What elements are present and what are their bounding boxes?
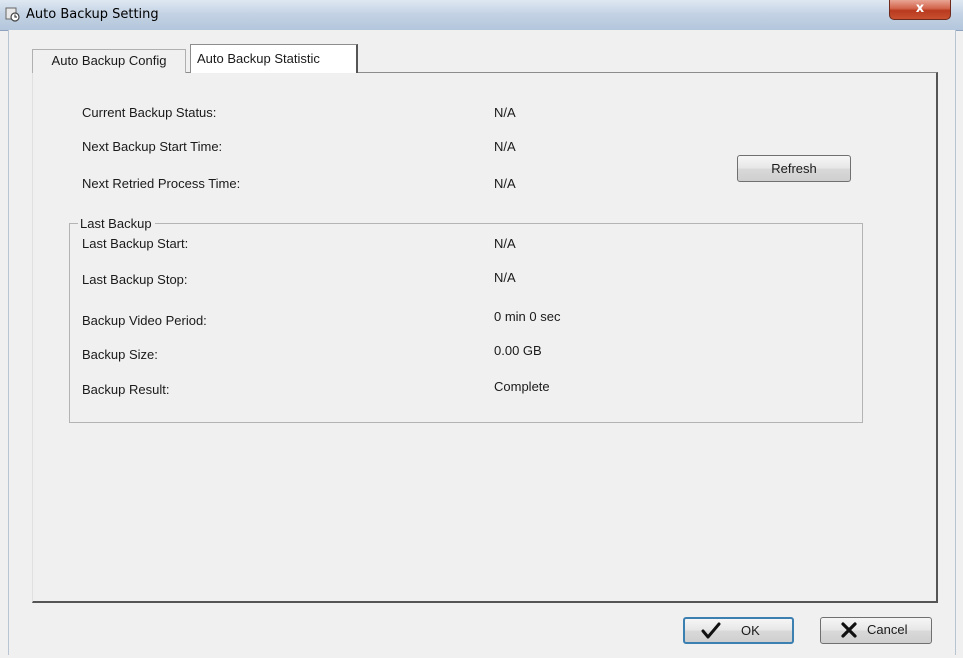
backup-size-label: Backup Size: — [82, 347, 158, 362]
close-button[interactable]: x — [889, 0, 951, 20]
last-backup-group-title: Last Backup — [78, 216, 155, 231]
refresh-button[interactable]: Refresh — [737, 155, 851, 182]
close-icon: x — [915, 1, 925, 16]
backup-result-label: Backup Result: — [82, 382, 170, 397]
cancel-button-label: Cancel — [867, 622, 908, 637]
tab-auto-backup-config[interactable]: Auto Backup Config — [32, 49, 186, 73]
backup-video-period-value: 0 min 0 sec — [494, 309, 561, 324]
checkmark-icon — [701, 622, 721, 639]
app-icon — [5, 7, 20, 22]
last-backup-stop-label: Last Backup Stop: — [82, 272, 188, 287]
cancel-button[interactable]: Cancel — [820, 617, 932, 644]
current-backup-status-value: N/A — [494, 105, 516, 120]
next-retried-process-time-label: Next Retried Process Time: — [82, 176, 241, 191]
window-title: Auto Backup Setting — [26, 7, 159, 22]
next-backup-start-time-value: N/A — [494, 139, 516, 154]
backup-result-value: Complete — [494, 379, 550, 394]
cross-icon — [841, 622, 857, 638]
backup-size-value: 0.00 GB — [494, 343, 542, 358]
next-backup-start-time-label: Next Backup Start Time: — [82, 139, 223, 154]
ok-button-label: OK — [741, 623, 760, 638]
title-bar[interactable]: Auto Backup Setting x — [0, 0, 963, 31]
current-backup-status-label: Current Backup Status: — [82, 105, 217, 120]
last-backup-start-label: Last Backup Start: — [82, 236, 189, 251]
ok-button[interactable]: OK — [683, 617, 794, 644]
last-backup-start-value: N/A — [494, 236, 516, 251]
next-retried-process-time-value: N/A — [494, 176, 516, 191]
last-backup-stop-value: N/A — [494, 270, 516, 285]
tab-auto-backup-statistic[interactable]: Auto Backup Statistic — [190, 44, 358, 73]
backup-video-period-label: Backup Video Period: — [82, 313, 207, 328]
